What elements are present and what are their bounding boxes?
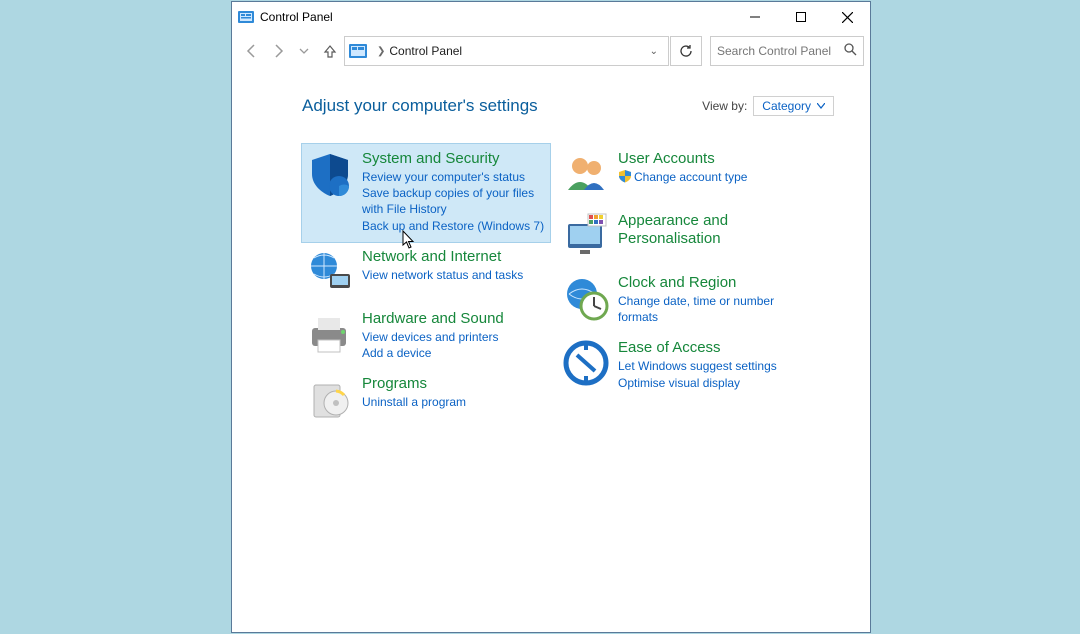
category-link[interactable]: View devices and printers [362,329,546,345]
titlebar: Control Panel [232,2,870,32]
address-dropdown-button[interactable]: ⌄ [644,46,664,57]
category-title[interactable]: System and Security [362,150,546,168]
globe-network-icon [306,248,354,296]
search-input[interactable]: Search Control Panel [710,36,864,66]
category-clock-region[interactable]: Clock and Region Change date, time or nu… [558,268,806,333]
category-hardware-sound[interactable]: Hardware and Sound View devices and prin… [302,304,550,369]
close-button[interactable] [824,2,870,32]
back-button[interactable] [240,39,264,63]
window-title: Control Panel [260,10,333,24]
category-title[interactable]: User Accounts [618,150,802,168]
clock-globe-icon [562,274,610,322]
printer-icon [306,310,354,358]
refresh-button[interactable] [670,36,702,66]
category-link[interactable]: Back up and Restore (Windows 7) [362,218,546,234]
up-button[interactable] [318,39,342,63]
address-bar[interactable]: ❯ Control Panel ⌄ [344,36,669,66]
control-panel-icon [349,44,367,58]
category-link[interactable]: Change date, time or number formats [618,293,802,325]
breadcrumb[interactable]: Control Panel [389,44,462,58]
viewby-select[interactable]: Category [753,96,834,116]
viewby-value: Category [762,99,811,113]
search-icon [844,43,857,59]
category-link[interactable]: Uninstall a program [362,394,546,410]
category-programs[interactable]: Programs Uninstall a program [302,369,550,431]
category-title[interactable]: Hardware and Sound [362,310,546,328]
category-title[interactable]: Programs [362,375,546,393]
category-link[interactable]: Change account type [618,169,802,185]
category-title[interactable]: Network and Internet [362,248,546,266]
category-column-left: System and Security Review your computer… [302,144,550,431]
category-title[interactable]: Appearance and Personalisation [618,212,802,248]
page-title: Adjust your computer's settings [302,96,538,116]
control-panel-window: Control Panel ❯ Control Pa [231,1,871,633]
category-link[interactable]: Review your computer's status [362,169,546,185]
category-ease-of-access[interactable]: Ease of Access Let Windows suggest setti… [558,333,806,398]
category-link[interactable]: View network status and tasks [362,267,546,283]
disc-box-icon [306,375,354,423]
forward-button[interactable] [266,39,290,63]
category-title[interactable]: Ease of Access [618,339,802,357]
shield-icon [306,150,354,198]
category-link[interactable]: Save backup copies of your files with Fi… [362,185,546,217]
maximize-button[interactable] [778,2,824,32]
category-user-accounts[interactable]: User Accounts Change account type [558,144,806,206]
search-placeholder: Search Control Panel [717,44,844,58]
navigation-toolbar: ❯ Control Panel ⌄ Search Control Panel [232,32,870,70]
control-panel-icon [238,9,254,25]
category-link[interactable]: Optimise visual display [618,375,802,391]
chevron-down-icon [817,103,825,109]
category-appearance-personalisation[interactable]: Appearance and Personalisation [558,206,806,268]
monitor-colors-icon [562,212,610,260]
viewby-label: View by: [702,99,747,113]
category-link[interactable]: Let Windows suggest settings [618,358,802,374]
category-network-internet[interactable]: Network and Internet View network status… [302,242,550,304]
category-title[interactable]: Clock and Region [618,274,802,292]
category-system-security[interactable]: System and Security Review your computer… [302,144,550,242]
category-link[interactable]: Add a device [362,345,546,361]
chevron-right-icon: ❯ [377,46,385,57]
category-column-right: User Accounts Change account type [558,144,806,431]
ease-of-access-icon [562,339,610,387]
users-icon [562,150,610,198]
minimize-button[interactable] [732,2,778,32]
content-area: Adjust your computer's settings View by:… [232,70,870,441]
uac-shield-icon [618,169,632,183]
recent-locations-button[interactable] [292,39,316,63]
